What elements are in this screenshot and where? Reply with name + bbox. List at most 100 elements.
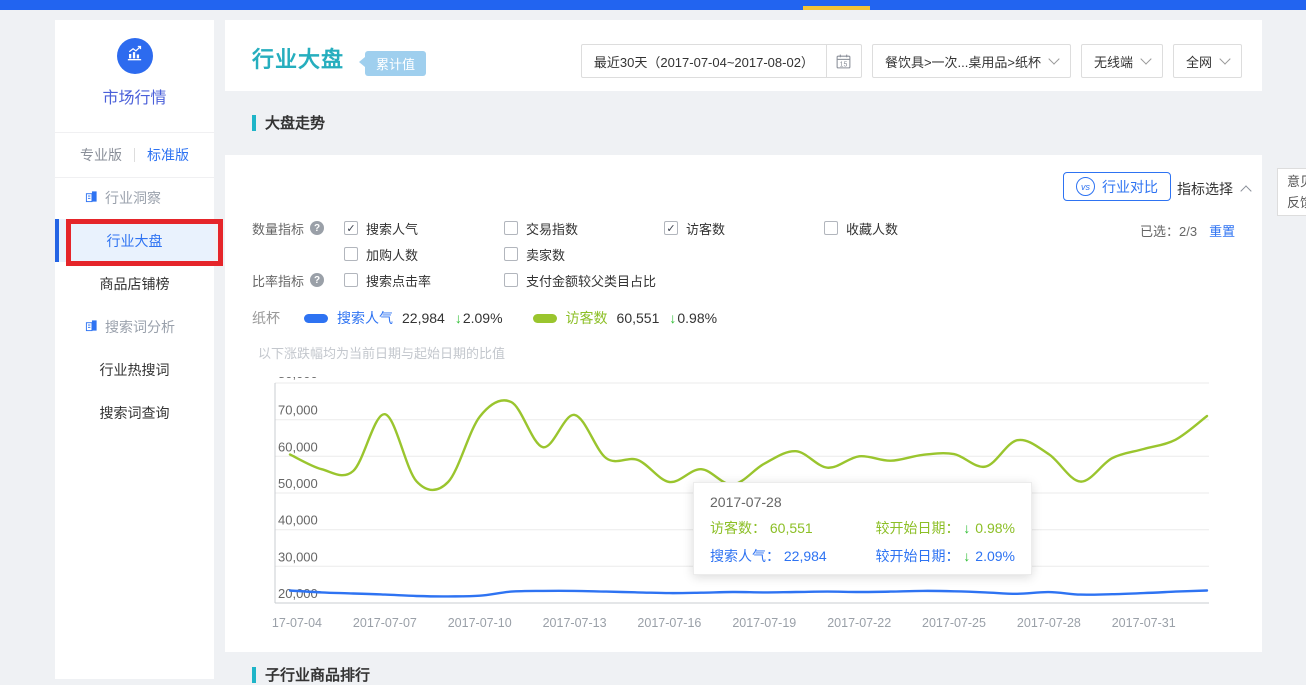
y-axis-label: 40,000 xyxy=(278,513,318,528)
y-axis-label: 30,000 xyxy=(278,549,318,564)
x-axis-label: 2017-07-31 xyxy=(1112,616,1176,630)
calendar-icon[interactable]: 15 xyxy=(826,45,861,77)
checkbox-icon[interactable] xyxy=(344,273,358,287)
legend-entry[interactable]: 搜索人气22,984↓2.09% xyxy=(304,308,503,328)
x-axis-label: 2017-07-22 xyxy=(827,616,891,630)
section-title-trend: 大盘走势 xyxy=(252,112,325,133)
tooltip-row: 访客数： 60,551较开始日期： ↓ 0.98% xyxy=(710,518,1015,538)
legend-series-pill xyxy=(304,314,328,323)
metric-checkbox-label: 加购人数 xyxy=(366,245,418,264)
chart-note: 以下涨跌幅均为当前日期与起始日期的比值 xyxy=(258,343,505,362)
checkbox-icon[interactable]: ✓ xyxy=(344,221,358,235)
scope-filter[interactable]: 全网 xyxy=(1173,44,1242,78)
x-axis-label: 2017-07-07 xyxy=(353,616,417,630)
legend-series-name: 搜索人气 xyxy=(337,308,393,328)
metric-checkbox[interactable]: 卖家数 xyxy=(504,245,664,264)
sidebar-item-label: 搜索词分析 xyxy=(105,317,175,337)
sidebar-tab[interactable]: 标准版 xyxy=(147,145,189,165)
metric-checkbox[interactable]: 交易指数 xyxy=(504,219,664,238)
series-line-访客数 xyxy=(290,400,1207,490)
tooltip-row: 搜索人气： 22,984较开始日期： ↓ 2.09% xyxy=(710,546,1015,566)
metric-checkbox[interactable]: 收藏人数 xyxy=(824,219,984,238)
metric-checkbox-label: 搜索点击率 xyxy=(366,271,431,290)
legend-entry[interactable]: 访客数60,551↓0.98% xyxy=(533,308,718,328)
metric-checkbox-label: 收藏人数 xyxy=(846,219,898,238)
sidebar-version-tabs: 专业版 标准版 xyxy=(55,132,214,178)
filter-bar: 最近30天（2017-07-04~2017-08-02） 15 餐饮具>一次..… xyxy=(581,44,1242,78)
svg-text:15: 15 xyxy=(840,61,848,68)
tooltip-date: 2017-07-28 xyxy=(710,494,1015,510)
sidebar-item[interactable]: 行业热搜词 xyxy=(55,348,214,391)
metric-checkbox[interactable]: 加购人数 xyxy=(344,245,504,264)
industry-compare-button[interactable]: vs 行业对比 xyxy=(1063,172,1171,201)
x-axis-label: 2017-07-16 xyxy=(637,616,701,630)
metric-checkbox-panel: 数量指标?✓搜索人气交易指数✓访客数收藏人数加购人数卖家数比率指标?搜索点击率支… xyxy=(252,215,984,293)
tab-divider xyxy=(134,148,135,162)
metric-checkbox[interactable]: 搜索点击率 xyxy=(344,271,504,290)
tooltip-metric: 访客数： 60,551 xyxy=(710,518,813,538)
sidebar-tab[interactable]: 专业版 xyxy=(80,145,122,165)
reset-button[interactable]: 重置 xyxy=(1209,221,1235,240)
y-axis-label: 20,000 xyxy=(278,586,318,601)
metric-group-text: 比率指标 xyxy=(252,271,304,290)
metric-row: 数量指标?✓搜索人气交易指数✓访客数收藏人数 xyxy=(252,215,984,241)
arrow-down-icon: ↓ xyxy=(963,520,970,536)
sidebar-item-label: 商品店铺榜 xyxy=(100,274,170,294)
legend-series-name: 访客数 xyxy=(566,308,608,328)
cumulative-value-badge: 累计值 xyxy=(365,51,426,76)
sidebar-menu: 行业洞察行业大盘商品店铺榜搜索词分析行业热搜词搜索词查询 xyxy=(55,176,214,434)
metric-checkbox-label: 访客数 xyxy=(686,219,725,238)
x-axis-label: 2017-07-19 xyxy=(732,616,796,630)
checkbox-icon[interactable]: ✓ xyxy=(664,221,678,235)
x-axis-label: 2017-07-28 xyxy=(1017,616,1081,630)
metric-row: 加购人数 卖家数 xyxy=(252,241,984,267)
checkbox-icon[interactable] xyxy=(824,221,838,235)
help-icon[interactable]: ? xyxy=(310,273,324,287)
chart-legend: 纸杯 搜索人气22,984↓2.09%访客数60,551↓0.98% xyxy=(252,308,747,328)
industry-compare-label: 行业对比 xyxy=(1102,177,1158,197)
metric-checkbox[interactable]: 支付金额较父类目占比 xyxy=(504,271,664,290)
metric-checkbox[interactable]: ✓ 搜索人气 xyxy=(344,219,504,238)
top-nav-bar xyxy=(0,0,1306,10)
sidebar-item[interactable]: 商品店铺榜 xyxy=(55,262,214,305)
scope-filter-text: 全网 xyxy=(1186,52,1212,71)
metric-group-label: 数量指标? xyxy=(252,219,344,238)
legend-series-value: 22,984 xyxy=(402,310,445,326)
industry-insight-icon xyxy=(85,190,98,206)
metric-checkbox-label: 搜索人气 xyxy=(366,219,418,238)
sidebar-item-label: 行业热搜词 xyxy=(100,360,170,380)
metric-group-text: 数量指标 xyxy=(252,219,304,238)
metric-checkbox[interactable]: ✓ 访客数 xyxy=(664,219,824,238)
section-accent-bar xyxy=(252,115,256,131)
checkbox-icon[interactable] xyxy=(504,221,518,235)
sidebar-item[interactable]: 搜索词查询 xyxy=(55,391,214,434)
arrow-down-icon: ↓ xyxy=(455,310,462,326)
legend-series-change: ↓0.98% xyxy=(669,310,717,326)
terminal-filter[interactable]: 无线端 xyxy=(1081,44,1163,78)
sidebar-item[interactable]: 行业大盘 xyxy=(55,219,214,262)
app-title: 市场行情 xyxy=(55,84,214,108)
metric-select-toggle[interactable]: 指标选择 xyxy=(1177,179,1250,199)
category-filter[interactable]: 餐饮具>一次...桌用品>纸杯 xyxy=(872,44,1071,78)
metric-group-label: 比率指标? xyxy=(252,271,344,290)
date-range-text: 最近30天（2017-07-04~2017-08-02） xyxy=(582,52,826,71)
help-icon[interactable]: ? xyxy=(310,221,324,235)
feedback-tab[interactable]: 意见 反馈 xyxy=(1277,168,1306,216)
chevron-down-icon xyxy=(1219,53,1230,64)
category-filter-text: 餐饮具>一次...桌用品>纸杯 xyxy=(885,52,1041,71)
sidebar: 市场行情 专业版标准版 行业洞察行业大盘商品店铺榜搜索词分析行业热搜词搜索词查询 xyxy=(55,20,214,679)
sidebar-group-header: 搜索词分析 xyxy=(55,305,214,348)
tooltip-compare: 较开始日期： ↓ 2.09% xyxy=(876,546,1015,566)
x-axis-label: 2017-07-13 xyxy=(543,616,607,630)
checkbox-icon[interactable] xyxy=(344,247,358,261)
checkbox-icon[interactable] xyxy=(504,273,518,287)
x-axis-label: 2017-07-25 xyxy=(922,616,986,630)
selected-summary: 已选：2/3 重置 xyxy=(1140,221,1235,240)
chart-tooltip: 2017-07-28 访客数： 60,551较开始日期： ↓ 0.98% 搜索人气… xyxy=(693,482,1032,575)
terminal-filter-text: 无线端 xyxy=(1094,52,1133,71)
checkbox-icon[interactable] xyxy=(504,247,518,261)
y-axis-label: 70,000 xyxy=(278,403,318,418)
legend-series-pill xyxy=(533,314,557,323)
date-range-filter[interactable]: 最近30天（2017-07-04~2017-08-02） 15 xyxy=(581,44,862,78)
selected-count: 已选：2/3 xyxy=(1140,221,1197,240)
